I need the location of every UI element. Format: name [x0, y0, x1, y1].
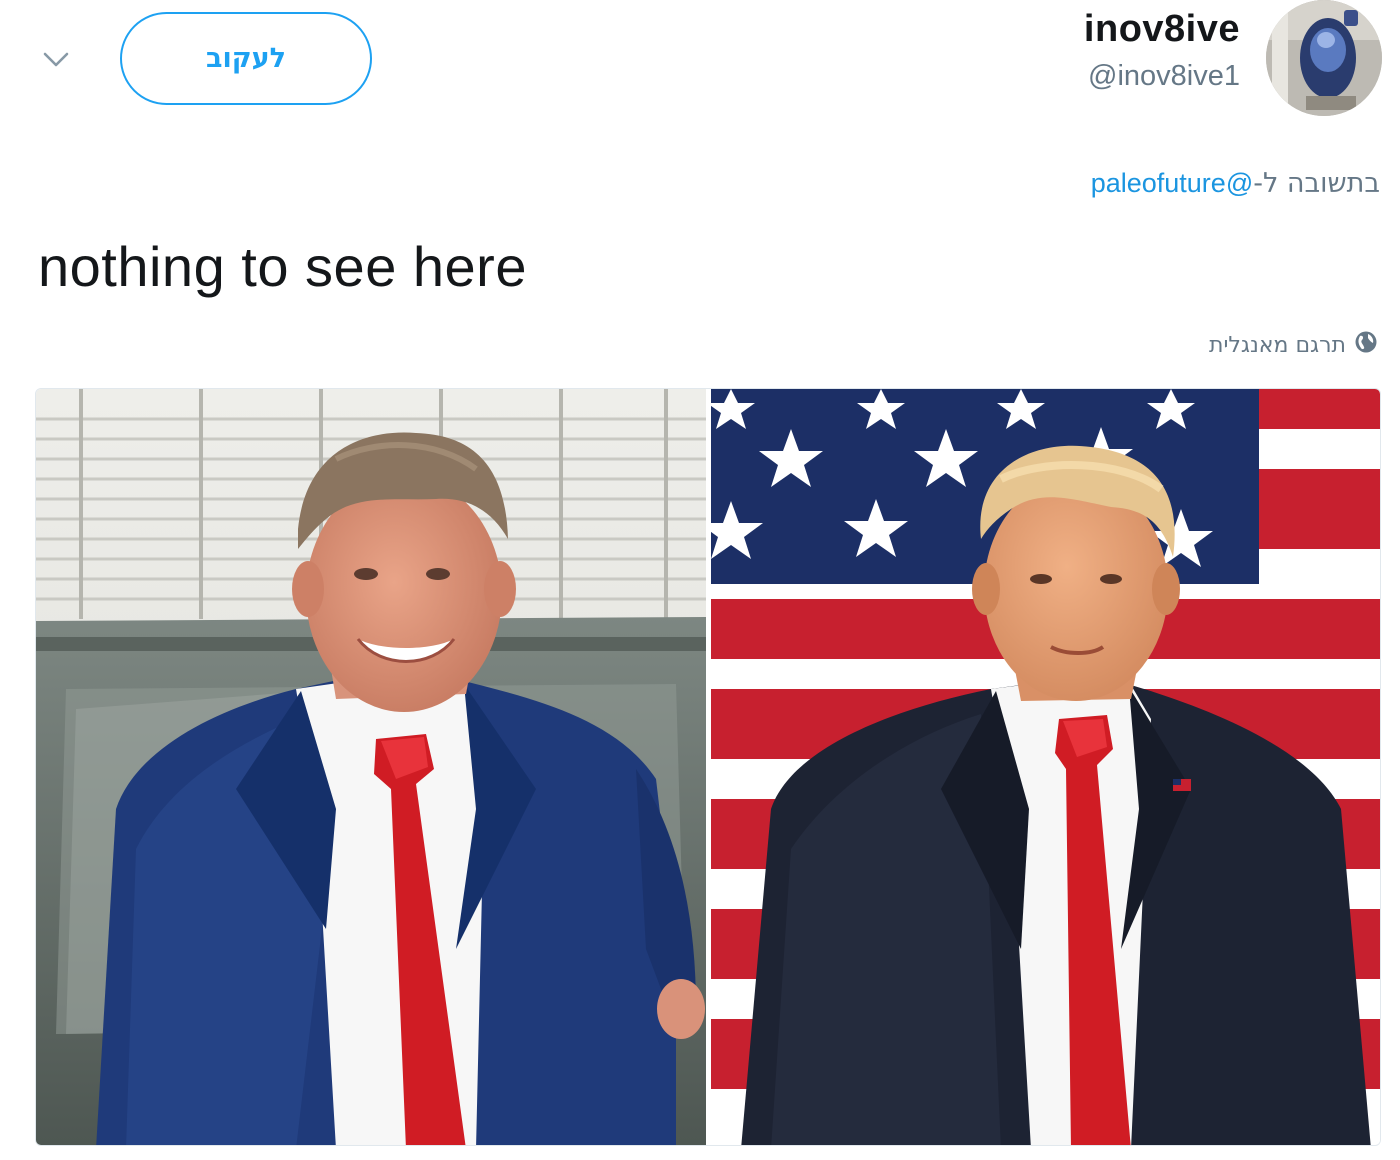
follow-button[interactable]: לעקוב — [120, 12, 372, 105]
reply-context: בתשובה ל-@paleofuture — [1091, 168, 1380, 199]
more-options-chevron-icon[interactable] — [36, 40, 76, 80]
tweet-text: nothing to see here — [38, 235, 527, 298]
tweet-media[interactable] — [35, 388, 1381, 1146]
reply-prefix: בתשובה ל- — [1253, 168, 1380, 199]
translate-link[interactable]: תרגם מאנגלית — [1209, 330, 1378, 360]
photo-left[interactable] — [36, 389, 706, 1145]
photo-right[interactable] — [711, 389, 1380, 1145]
translate-label: תרגם מאנגלית — [1209, 332, 1346, 358]
avatar[interactable] — [1266, 0, 1382, 116]
user-handle[interactable]: @inov8ive1 — [1088, 60, 1240, 93]
user-display-name[interactable]: inov8ive — [1084, 8, 1240, 51]
reply-handle-link[interactable]: @paleofuture — [1091, 168, 1254, 198]
globe-icon — [1354, 330, 1378, 360]
